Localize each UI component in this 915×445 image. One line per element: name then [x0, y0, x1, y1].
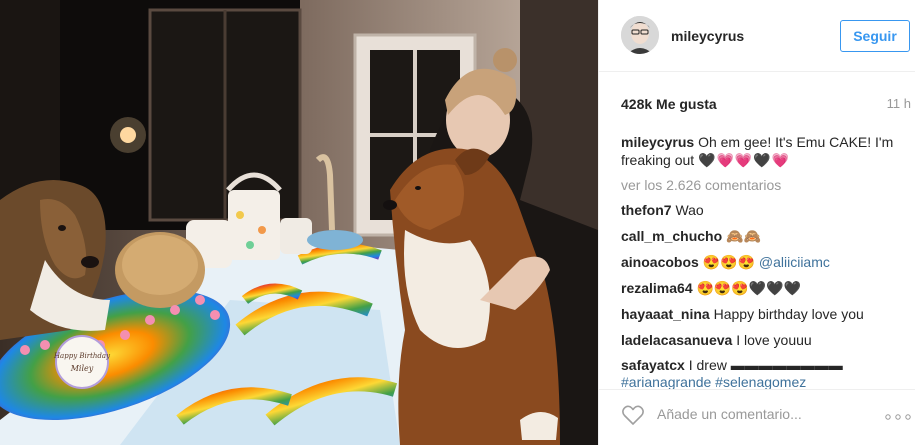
comment-hashtags[interactable]: #arianagrande #selenagomez: [621, 374, 806, 390]
caption: mileycyrus Oh em gee! It's Emu CAKE! I'm…: [621, 133, 906, 169]
post-sidebar: mileycyrus Seguir 428k Me gusta 11 h mil…: [598, 0, 915, 445]
comment-item: hayaaat_nina Happy birthday love you: [621, 305, 906, 331]
cake-topper-text: Happy Birthday: [53, 352, 111, 360]
comment-text: I love youuu: [736, 332, 812, 348]
add-comment-input[interactable]: Añade un comentario...: [657, 406, 802, 422]
avatar-image: [621, 16, 659, 54]
photo-illustration: Happy Birthday Miley: [0, 0, 598, 445]
comment-text: 😍😍😍: [702, 254, 755, 270]
comments-list: thefon7 Wao call_m_chucho 🙈🙈 ainoacobos …: [621, 201, 906, 393]
comment-mention[interactable]: @aliiciiamc: [759, 254, 830, 270]
comment-username[interactable]: ladelacasanueva: [621, 332, 732, 348]
comment-footer: Añade un comentario...: [599, 389, 915, 445]
comment-username[interactable]: safayatcx: [621, 357, 685, 373]
comment-text: Wao: [675, 202, 704, 218]
post-timestamp[interactable]: 11 h: [887, 96, 911, 111]
comment-text: I drew ▬▬▬▬▬▬▬▬: [688, 357, 843, 373]
comment-username[interactable]: ainoacobos: [621, 254, 699, 270]
comment-item: call_m_chucho 🙈🙈: [621, 227, 906, 253]
comment-item: thefon7 Wao: [621, 201, 906, 227]
comment-item: rezalima64 😍😍😍🖤🖤🖤: [621, 279, 906, 305]
comment-item: safayatcx I drew ▬▬▬▬▬▬▬▬ #arianagrande …: [621, 357, 906, 393]
comment-item: ainoacobos 😍😍😍 @aliiciiamc: [621, 253, 906, 279]
comment-text: Happy birthday love you: [713, 306, 864, 322]
svg-text:Miley: Miley: [70, 364, 94, 373]
likes-row: 428k Me gusta 11 h: [621, 96, 911, 114]
comment-text: 🙈🙈: [726, 228, 761, 244]
more-options-icon[interactable]: [885, 414, 911, 420]
comment-text: 😍😍😍🖤🖤🖤: [696, 280, 802, 296]
username[interactable]: mileycyrus: [671, 28, 744, 44]
comment-username[interactable]: rezalima64: [621, 280, 693, 296]
likes-count[interactable]: 428k Me gusta: [621, 96, 717, 112]
post-photo[interactable]: Happy Birthday Miley: [0, 0, 598, 445]
comment-item: ladelacasanueva I love youuu: [621, 331, 906, 357]
view-all-comments-link[interactable]: ver los 2.626 comentarios: [621, 177, 781, 193]
caption-emojis: 🖤💗💗🖤💗: [698, 152, 791, 168]
avatar[interactable]: [621, 16, 659, 54]
caption-username[interactable]: mileycyrus: [621, 134, 694, 150]
comment-username[interactable]: thefon7: [621, 202, 672, 218]
heart-outline-icon[interactable]: [621, 404, 645, 426]
comment-username[interactable]: call_m_chucho: [621, 228, 722, 244]
follow-button[interactable]: Seguir: [840, 20, 910, 52]
post-header: mileycyrus Seguir: [599, 0, 915, 72]
comment-username[interactable]: hayaaat_nina: [621, 306, 710, 322]
